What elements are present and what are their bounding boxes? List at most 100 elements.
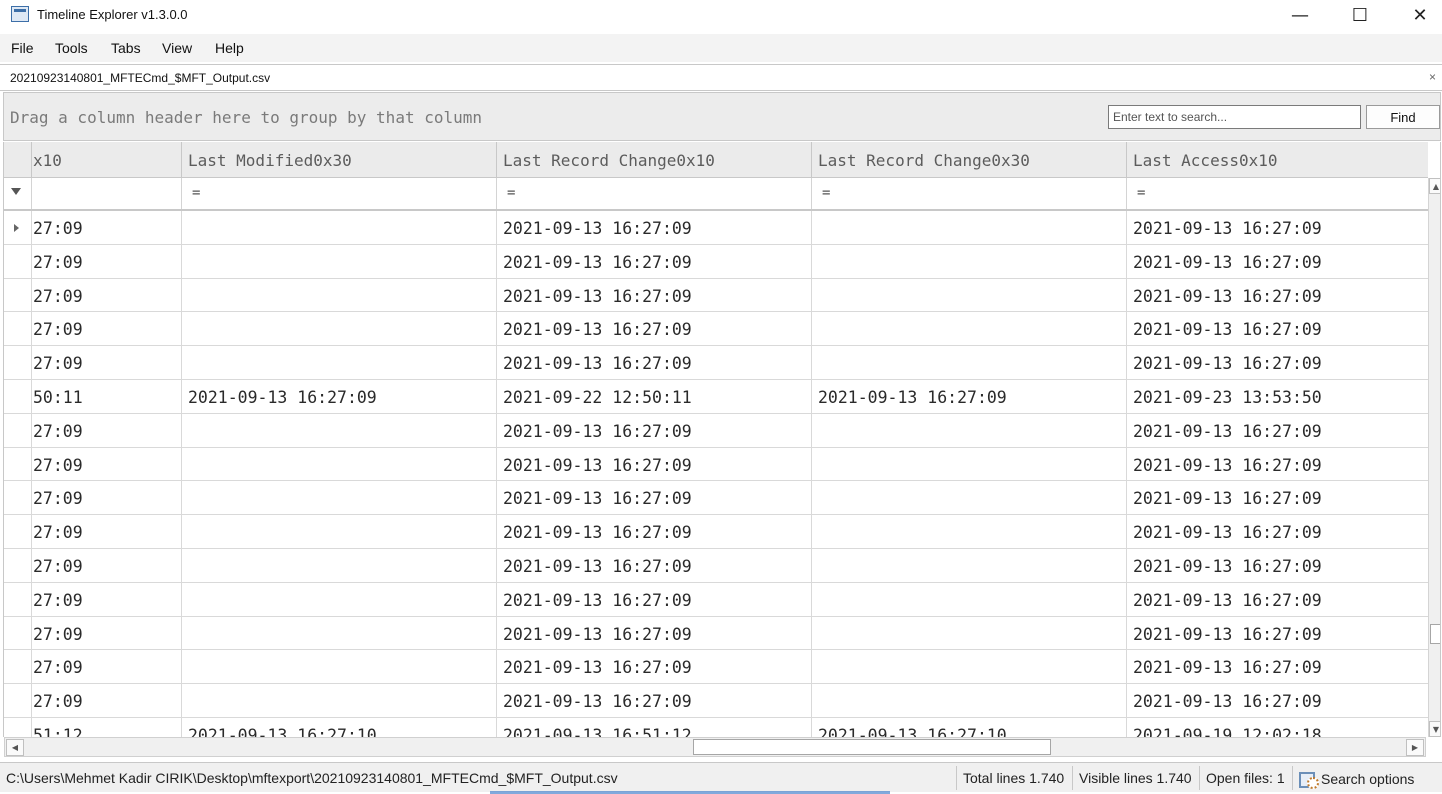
cell-last-record-change-0x30[interactable] bbox=[812, 278, 1127, 312]
table-row[interactable]: 27:09 2021-09-13 16:27:09 2021-09-13 16:27… bbox=[4, 447, 1428, 482]
filter-cell-last-modified-0x30[interactable]: = bbox=[182, 178, 497, 209]
cell-last-access-0x10[interactable]: 2021-09-13 16:27:09 bbox=[1127, 617, 1428, 650]
cell-x10[interactable]: 27:09 bbox=[32, 278, 182, 312]
cell-last-modified-0x30[interactable] bbox=[182, 650, 497, 684]
column-header-last-access-0x10[interactable]: Last Access0x10 bbox=[1127, 142, 1428, 178]
cell-x10[interactable]: 27:09 bbox=[32, 582, 182, 616]
cell-last-modified-0x30[interactable] bbox=[182, 616, 497, 650]
cell-last-record-change-0x30[interactable] bbox=[812, 650, 1127, 684]
row-indicator[interactable] bbox=[4, 413, 32, 447]
cell-last-record-change-0x30[interactable] bbox=[812, 447, 1127, 481]
cell-x10[interactable]: 27:09 bbox=[32, 312, 182, 346]
table-row[interactable]: 27:09 2021-09-13 16:27:09 2021-09-13 16:27… bbox=[4, 582, 1428, 617]
cell-last-modified-0x30[interactable] bbox=[182, 244, 497, 278]
cell-last-modified-0x30[interactable] bbox=[182, 278, 497, 312]
cell-last-record-change-0x10[interactable]: 2021-09-22 12:50:11 bbox=[497, 379, 812, 413]
table-row[interactable]: 27:09 2021-09-13 16:27:09 2021-09-13 16:27… bbox=[4, 515, 1428, 549]
cell-last-record-change-0x10[interactable]: 2021-09-13 16:27:09 bbox=[497, 582, 812, 616]
cell-x10[interactable]: 27:09 bbox=[32, 346, 182, 379]
filter-cell-last-record-change-0x10[interactable]: = bbox=[497, 178, 812, 209]
vertical-scroll-thumb[interactable] bbox=[1430, 624, 1440, 644]
cell-x10[interactable]: 50:11 bbox=[32, 379, 182, 413]
cell-last-modified-0x30[interactable]: 2021-09-13 16:27:10 bbox=[182, 717, 497, 737]
row-indicator[interactable] bbox=[4, 346, 32, 379]
table-row[interactable]: 27:09 2021-09-13 16:27:09 2021-09-13 16:27… bbox=[4, 481, 1428, 516]
cell-x10[interactable]: 27:09 bbox=[32, 211, 182, 244]
filter-cell-last-access-0x10[interactable]: = bbox=[1127, 178, 1428, 209]
cell-last-record-change-0x10[interactable]: 2021-09-13 16:27:09 bbox=[497, 548, 812, 582]
cell-x10[interactable]: 27:09 bbox=[32, 244, 182, 278]
cell-last-record-change-0x30[interactable]: 2021-09-13 16:27:10 bbox=[812, 717, 1127, 737]
cell-x10[interactable]: 27:09 bbox=[32, 650, 182, 684]
cell-last-record-change-0x10[interactable]: 2021-09-13 16:27:09 bbox=[497, 684, 812, 717]
row-indicator[interactable] bbox=[4, 481, 32, 515]
row-indicator[interactable] bbox=[4, 447, 32, 481]
scroll-left-arrow-icon[interactable]: ◀ bbox=[6, 739, 24, 756]
scroll-right-arrow-icon[interactable]: ▶ bbox=[1406, 739, 1424, 756]
table-row[interactable]: 50:11 2021-09-13 16:27:09 2021-09-22 12:50… bbox=[4, 379, 1428, 414]
scroll-down-arrow-icon[interactable]: ▼ bbox=[1429, 721, 1440, 737]
cell-last-access-0x10[interactable]: 2021-09-23 13:53:50 bbox=[1127, 380, 1428, 413]
cell-x10[interactable]: 27:09 bbox=[32, 481, 182, 515]
cell-last-record-change-0x30[interactable] bbox=[812, 312, 1127, 346]
vertical-scrollbar[interactable]: ▲ ▼ bbox=[1428, 178, 1440, 737]
cell-last-access-0x10[interactable]: 2021-09-13 16:27:09 bbox=[1127, 481, 1428, 514]
cell-last-access-0x10[interactable]: 2021-09-13 16:27:09 bbox=[1127, 684, 1428, 717]
menu-help[interactable]: Help bbox=[215, 40, 244, 56]
cell-last-access-0x10[interactable]: 2021-09-19 12:02:18 bbox=[1127, 718, 1428, 737]
cell-last-modified-0x30[interactable] bbox=[182, 312, 497, 346]
cell-x10[interactable]: 27:09 bbox=[32, 413, 182, 447]
row-indicator[interactable] bbox=[4, 379, 32, 413]
cell-last-modified-0x30[interactable] bbox=[182, 582, 497, 616]
table-row[interactable]: 27:09 2021-09-13 16:27:09 2021-09-13 16:27… bbox=[4, 211, 1428, 245]
cell-last-modified-0x30[interactable] bbox=[182, 413, 497, 447]
cell-last-record-change-0x30[interactable] bbox=[812, 616, 1127, 650]
table-row[interactable]: 27:09 2021-09-13 16:27:09 2021-09-13 16:27… bbox=[4, 548, 1428, 583]
tab-label[interactable]: 20210923140801_MFTECmd_$MFT_Output.csv bbox=[10, 71, 270, 85]
column-header-last-modified-0x30[interactable]: Last Modified0x30 bbox=[182, 142, 497, 178]
cell-last-access-0x10[interactable]: 2021-09-13 16:27:09 bbox=[1127, 583, 1428, 616]
cell-last-record-change-0x30[interactable]: 2021-09-13 16:27:09 bbox=[812, 379, 1127, 413]
cell-last-record-change-0x30[interactable] bbox=[812, 684, 1127, 717]
group-by-panel[interactable]: Drag a column header here to group by th… bbox=[3, 92, 1441, 141]
row-indicator[interactable] bbox=[4, 684, 32, 717]
find-button[interactable]: Find bbox=[1366, 105, 1440, 129]
cell-last-record-change-0x30[interactable] bbox=[812, 548, 1127, 582]
table-row[interactable]: 27:09 2021-09-13 16:27:09 2021-09-13 16:27… bbox=[4, 413, 1428, 448]
cell-last-modified-0x30[interactable] bbox=[182, 684, 497, 717]
cell-last-modified-0x30[interactable]: 2021-09-13 16:27:09 bbox=[182, 379, 497, 413]
row-indicator[interactable] bbox=[4, 312, 32, 346]
cell-last-modified-0x30[interactable] bbox=[182, 481, 497, 515]
cell-last-record-change-0x30[interactable] bbox=[812, 413, 1127, 447]
cell-last-record-change-0x10[interactable]: 2021-09-13 16:27:09 bbox=[497, 481, 812, 515]
table-row[interactable]: 27:09 2021-09-13 16:27:09 2021-09-13 16:27… bbox=[4, 650, 1428, 685]
table-row[interactable]: 27:09 2021-09-13 16:27:09 2021-09-13 16:27… bbox=[4, 346, 1428, 380]
cell-last-record-change-0x30[interactable] bbox=[812, 481, 1127, 515]
cell-last-record-change-0x30[interactable] bbox=[812, 515, 1127, 548]
filter-cell-x10[interactable] bbox=[32, 178, 182, 209]
row-indicator[interactable] bbox=[4, 515, 32, 548]
cell-last-record-change-0x10[interactable]: 2021-09-13 16:27:09 bbox=[497, 413, 812, 447]
cell-last-record-change-0x10[interactable]: 2021-09-13 16:27:09 bbox=[497, 650, 812, 684]
cell-last-access-0x10[interactable]: 2021-09-13 16:27:09 bbox=[1127, 515, 1428, 548]
cell-last-record-change-0x10[interactable]: 2021-09-13 16:27:09 bbox=[497, 312, 812, 346]
column-header-last-record-change-0x10[interactable]: Last Record Change0x10 bbox=[497, 142, 812, 178]
file-tab[interactable]: 20210923140801_MFTECmd_$MFT_Output.csv × bbox=[0, 64, 1442, 91]
cell-last-modified-0x30[interactable] bbox=[182, 447, 497, 481]
cell-last-modified-0x30[interactable] bbox=[182, 515, 497, 548]
menu-file[interactable]: File bbox=[11, 40, 34, 56]
cell-last-access-0x10[interactable]: 2021-09-13 16:27:09 bbox=[1127, 650, 1428, 683]
table-row[interactable]: 51:12 2021-09-13 16:27:10 2021-09-13 16:51… bbox=[4, 717, 1428, 737]
search-input[interactable] bbox=[1108, 105, 1361, 129]
table-row[interactable]: 27:09 2021-09-13 16:27:09 2021-09-13 16:27… bbox=[4, 684, 1428, 718]
tab-close-icon[interactable]: × bbox=[1429, 70, 1436, 84]
cell-last-record-change-0x30[interactable] bbox=[812, 211, 1127, 244]
cell-last-record-change-0x30[interactable] bbox=[812, 582, 1127, 616]
table-row[interactable]: 27:09 2021-09-13 16:27:09 2021-09-13 16:27… bbox=[4, 312, 1428, 347]
cell-last-access-0x10[interactable]: 2021-09-13 16:27:09 bbox=[1127, 414, 1428, 447]
close-button[interactable]: ✕ bbox=[1397, 0, 1442, 30]
row-indicator[interactable] bbox=[4, 278, 32, 312]
row-indicator[interactable] bbox=[4, 548, 32, 582]
cell-last-record-change-0x10[interactable]: 2021-09-13 16:27:09 bbox=[497, 278, 812, 312]
cell-last-record-change-0x30[interactable] bbox=[812, 244, 1127, 278]
